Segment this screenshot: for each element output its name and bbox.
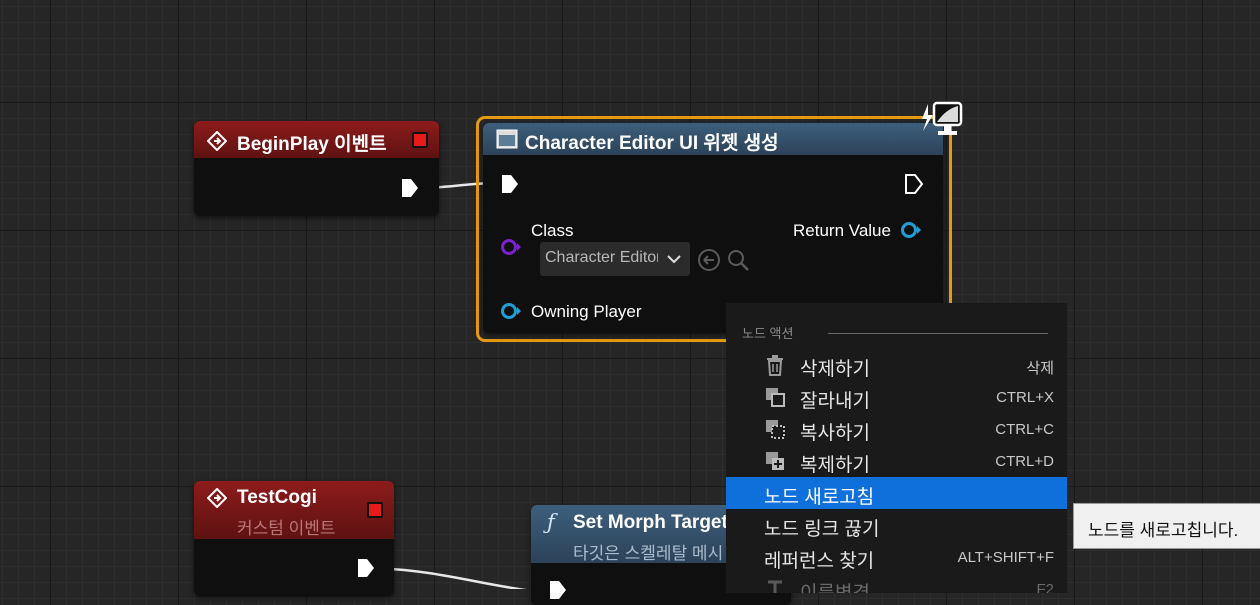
class-pin-label: Class	[531, 221, 574, 240]
menu-item-shortcut: CTRL+C	[995, 421, 1054, 438]
delegate-pin[interactable]	[412, 132, 428, 148]
owning-player-label: Owning Player	[531, 302, 642, 321]
node-title: BeginPlay 이벤트	[237, 134, 387, 155]
menu-item-shortcut: CTRL+X	[996, 389, 1054, 406]
menu-item-shortcut: 삭제	[1026, 360, 1054, 377]
function-icon: ƒ	[547, 510, 555, 534]
exec-out-pin[interactable]	[356, 558, 376, 578]
search-icon[interactable]	[726, 248, 750, 272]
menu-item-shortcut: ALT+SHIFT+F	[957, 549, 1054, 566]
menu-item-label: 복제하기	[800, 455, 870, 476]
menu-item-rename[interactable]: 이름변경 F2	[726, 573, 1067, 593]
menu-item-label: 노드 링크 끊기	[764, 519, 880, 540]
menu-item-delete[interactable]: 삭제하기 삭제	[726, 349, 1067, 381]
use-selected-icon[interactable]	[697, 248, 721, 272]
return-value-label: Return Value	[793, 221, 891, 240]
create-widget-node[interactable]: Character Editor UI 위젯 생성 Class Return V…	[483, 123, 943, 333]
exec-in-pin[interactable]	[548, 580, 568, 600]
chevron-down-icon	[667, 255, 681, 264]
test-cogi-node[interactable]: TestCogi 커스텀 이벤트	[194, 481, 394, 596]
node-subtitle: 타깃은 스켈레탈 메시	[573, 544, 724, 563]
menu-divider	[828, 333, 1048, 334]
copy-icon	[766, 420, 785, 439]
node-title: Character Editor UI 위젯 생성	[525, 133, 779, 154]
menu-item-find-references[interactable]: 레퍼런스 찾기 ALT+SHIFT+F	[726, 541, 1067, 573]
menu-section-title: 노드 액션	[742, 326, 794, 341]
exec-in-pin[interactable]	[500, 174, 520, 194]
menu-item-copy[interactable]: 복사하기 CTRL+C	[726, 413, 1067, 445]
widget-icon	[496, 129, 518, 149]
return-value-pin[interactable]	[900, 221, 924, 239]
node-subtitle: 커스텀 이벤트	[237, 519, 336, 538]
menu-item-refresh-node[interactable]: 노드 새로고침	[726, 477, 1067, 509]
rename-icon	[768, 580, 782, 593]
duplicate-icon	[766, 452, 784, 470]
trash-icon	[767, 355, 783, 376]
event-icon	[207, 488, 227, 508]
cut-icon	[766, 388, 785, 407]
begin-play-node[interactable]: BeginPlay 이벤트	[194, 121, 439, 216]
menu-item-shortcut: F2	[1036, 581, 1054, 593]
menu-item-label: 이름변경	[800, 578, 870, 593]
exec-wire	[371, 566, 527, 589]
menu-item-shortcut: CTRL+D	[995, 453, 1054, 470]
class-pin[interactable]	[500, 238, 524, 256]
menu-item-label: 복사하기	[800, 423, 870, 444]
menu-item-break-links[interactable]: 노드 링크 끊기	[726, 509, 1067, 541]
menu-item-label: 노드 새로고침	[764, 487, 875, 508]
tooltip-text: 노드를 새로고칩니다.	[1088, 521, 1239, 540]
context-menu: 노드 액션 삭제하기 삭제 잘라내기 CTRL+X 복사하기 CTRL+C 복제…	[726, 303, 1067, 593]
owning-player-pin[interactable]	[500, 302, 524, 320]
client-monitor-icon	[922, 101, 963, 135]
menu-item-label: 잘라내기	[800, 391, 870, 412]
menu-item-cut[interactable]: 잘라내기 CTRL+X	[726, 381, 1067, 413]
node-title: Set Morph Target	[573, 512, 728, 533]
class-dropdown[interactable]: Character Editor	[540, 242, 690, 276]
class-dropdown-value: Character Editor	[545, 249, 658, 266]
node-title: TestCogi	[237, 487, 317, 508]
tooltip: 노드를 새로고칩니다.	[1073, 503, 1260, 549]
delegate-pin[interactable]	[367, 502, 383, 518]
event-icon	[207, 131, 227, 151]
exec-out-pin[interactable]	[400, 178, 420, 198]
menu-item-label: 삭제하기	[800, 359, 870, 380]
menu-item-duplicate[interactable]: 복제하기 CTRL+D	[726, 445, 1067, 477]
menu-item-label: 레퍼런스 찾기	[764, 551, 875, 572]
exec-out-pin[interactable]	[904, 174, 924, 194]
